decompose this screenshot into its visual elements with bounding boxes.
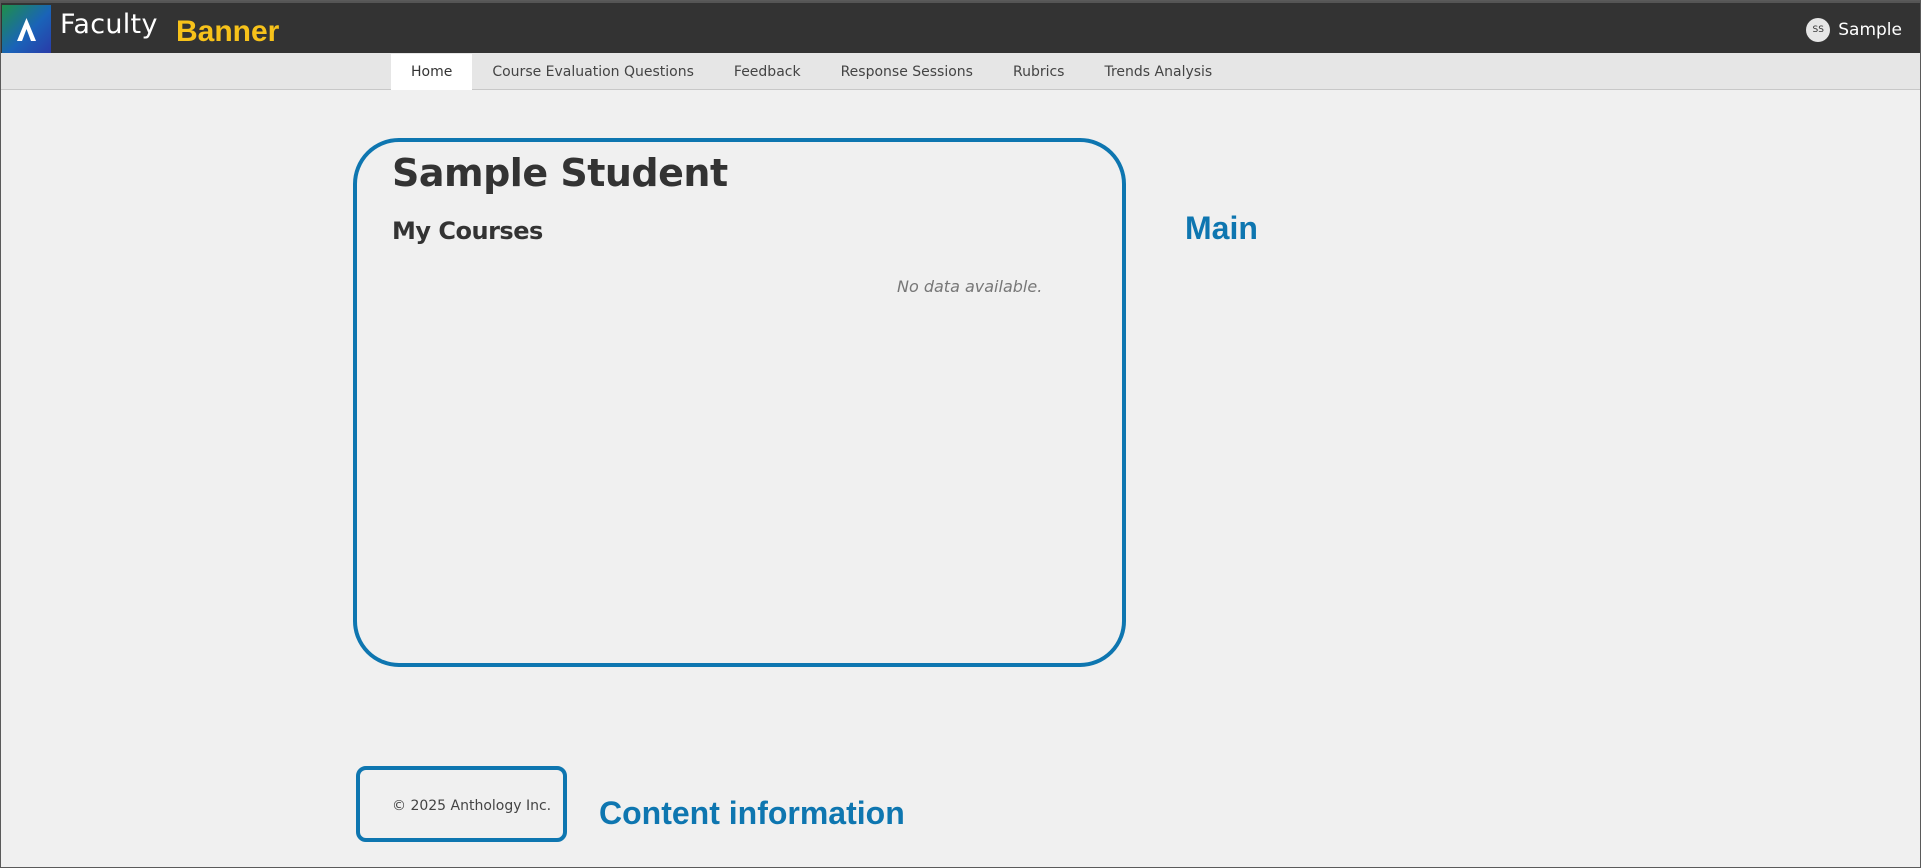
main-region-label: Main	[1185, 210, 1258, 246]
empty-state-message: No data available.	[897, 277, 1043, 296]
user-name: Sample	[1838, 20, 1902, 40]
tab-trends-analysis[interactable]: Trends Analysis	[1084, 54, 1232, 90]
user-menu[interactable]: SS Sample	[1806, 17, 1902, 43]
content-info-region-label: Content information	[599, 795, 905, 831]
my-courses-heading: My Courses	[392, 217, 543, 245]
nav-bar: Home Course Evaluation Questions Feedbac…	[1, 53, 1920, 90]
copyright-text: © 2025 Anthology Inc.	[392, 798, 552, 814]
app-name: Faculty	[60, 9, 158, 40]
avatar: SS	[1806, 18, 1831, 42]
page-title: Sample Student	[392, 151, 728, 195]
tab-feedback[interactable]: Feedback	[714, 54, 821, 90]
nav-list: Home Course Evaluation Questions Feedbac…	[391, 54, 1232, 90]
tab-home[interactable]: Home	[391, 54, 473, 90]
tab-response-sessions[interactable]: Response Sessions	[821, 54, 993, 90]
tab-rubrics[interactable]: Rubrics	[993, 54, 1085, 90]
anthology-logo-icon[interactable]	[2, 5, 51, 54]
banner-region-label: Banner	[176, 15, 280, 48]
top-bar: Faculty Banner SS Sample	[1, 1, 1920, 54]
tab-course-evaluation-questions[interactable]: Course Evaluation Questions	[472, 54, 714, 90]
